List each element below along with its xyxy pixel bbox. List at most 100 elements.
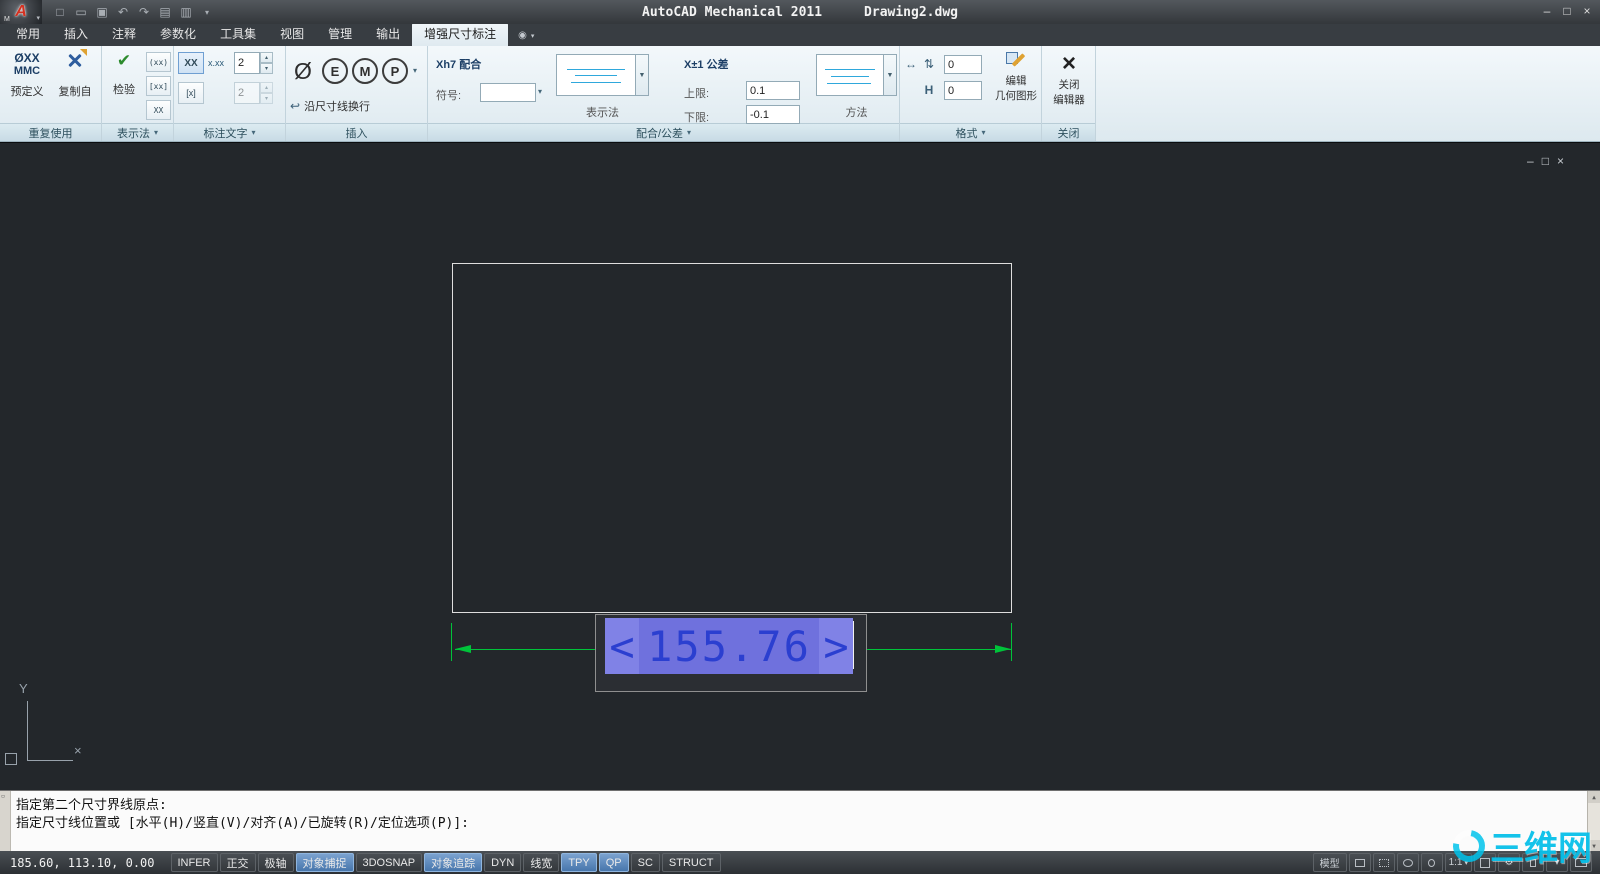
spin-up-icon[interactable]: ▴ xyxy=(260,52,273,63)
tab-insert[interactable]: 插入 xyxy=(52,22,100,46)
copy-from-button[interactable]: 复制自 xyxy=(52,49,98,121)
quick-view-layouts-icon[interactable] xyxy=(1348,853,1371,872)
wrap-dimension-line-button[interactable]: ↩ 沿尺寸线换行 xyxy=(290,98,424,114)
tab-toolsets[interactable]: 工具集 xyxy=(208,22,268,46)
status-tray-dropdown-icon[interactable]: ▾ xyxy=(1546,853,1568,872)
toggle-3dosnap[interactable]: 3DOSNAP xyxy=(355,853,423,872)
toggle-qp[interactable]: QP xyxy=(598,853,629,872)
qnew-button[interactable]: □ xyxy=(50,3,70,21)
command-line-area[interactable]: ▫ 指定第二个尺寸界线原点: 指定尺寸线位置或 [水平(H)/竖直(V)/对齐(… xyxy=(0,790,1600,852)
toggle-ortho[interactable]: 正交 xyxy=(219,853,256,872)
rep-brackets-button[interactable]: [xx] xyxy=(146,76,171,96)
fit-representation-dropdown-icon[interactable]: ▼ xyxy=(636,54,649,96)
minimize-button[interactable]: – xyxy=(1538,2,1556,20)
zoom-icon[interactable] xyxy=(1420,853,1443,872)
panel-label-dim-text[interactable]: 标注文字 ▾ xyxy=(174,123,285,141)
toggle-polar[interactable]: 极轴 xyxy=(257,853,294,872)
pan-icon[interactable] xyxy=(1396,853,1419,872)
doc-restore-button[interactable]: □ xyxy=(1542,154,1549,168)
doc-minimize-button[interactable]: – xyxy=(1527,154,1534,168)
dimension-edit-box[interactable]: < 155.76 > xyxy=(595,614,867,692)
spin-down-icon[interactable]: ▾ xyxy=(260,93,273,104)
diameter-symbol-button[interactable]: Ø xyxy=(294,58,312,85)
symbol-dropdown-icon[interactable]: ▾ xyxy=(413,66,417,75)
panel-label-format[interactable]: 格式 ▾ xyxy=(900,123,1041,141)
annotation-scale-button[interactable]: 1:1 ▾ xyxy=(1444,853,1472,872)
dimtext-alt-input[interactable] xyxy=(234,82,260,104)
toggle-struct[interactable]: STRUCT xyxy=(661,853,721,872)
tolerance-method-dropdown-icon[interactable]: ▼ xyxy=(884,54,897,96)
panel-label-representation[interactable]: 表示法 ▾ xyxy=(102,123,173,141)
drawing-viewport[interactable]: – □ × < 155.76 > Y × xyxy=(0,142,1600,790)
command-line-grip[interactable]: ▫ xyxy=(0,791,11,852)
scroll-up-icon[interactable]: ▲ xyxy=(1588,791,1600,803)
dimtext-primary-button[interactable]: XX xyxy=(178,52,204,74)
dimtext-alt-button[interactable]: [x] xyxy=(178,82,204,104)
fit-symbol-dropdown-icon[interactable]: ▾ xyxy=(538,87,542,96)
tolerance-upper-input[interactable] xyxy=(746,81,800,100)
rep-plain-button[interactable]: XX xyxy=(146,100,171,120)
toggle-otrack[interactable]: 对象追踪 xyxy=(424,853,483,872)
toggle-dyn[interactable]: DYN xyxy=(484,853,522,872)
quick-view-drawings-icon[interactable] xyxy=(1372,853,1395,872)
format-height-input[interactable] xyxy=(944,81,982,100)
toggle-lineweight[interactable]: 线宽 xyxy=(523,853,560,872)
model-space-button[interactable]: 模型 xyxy=(1312,853,1347,872)
qat-dropdown-icon[interactable]: ▾ xyxy=(197,3,217,21)
tab-annotate[interactable]: 注释 xyxy=(100,22,148,46)
undo-button[interactable]: ↶ xyxy=(113,3,133,21)
toggle-osnap[interactable]: 对象捕捉 xyxy=(295,853,354,872)
toggle-infer[interactable]: INFER xyxy=(170,853,218,872)
spin-up-icon[interactable]: ▴ xyxy=(260,82,273,93)
tolerance-method-preview[interactable] xyxy=(816,54,884,96)
projected-symbol-button[interactable]: P xyxy=(382,58,408,84)
command-scrollbar[interactable]: ▲ ▼ xyxy=(1587,791,1600,852)
tab-output[interactable]: 输出 xyxy=(364,22,412,46)
tab-view[interactable]: 视图 xyxy=(268,22,316,46)
workspace-switching-icon[interactable]: ⚙ xyxy=(1498,853,1520,872)
envelope-symbol-button[interactable]: E xyxy=(322,58,348,84)
spin-down-icon[interactable]: ▾ xyxy=(260,63,273,74)
toggle-sc[interactable]: SC xyxy=(630,853,660,872)
format-horizontal-icon[interactable]: ↔ xyxy=(902,55,920,73)
inspect-button[interactable]: ✔ 检验 xyxy=(105,51,143,121)
mmc-symbol-button[interactable]: M xyxy=(352,58,378,84)
close-button[interactable]: × xyxy=(1578,2,1596,20)
dimension-value-highlight[interactable]: < 155.76 > xyxy=(605,618,853,674)
panel-label-insert[interactable]: 插入 xyxy=(286,123,427,141)
save-button[interactable]: ▣ xyxy=(92,3,112,21)
toggle-tpy[interactable]: TPY xyxy=(561,853,597,872)
panel-label-close[interactable]: 关闭 xyxy=(1042,123,1095,141)
edit-geometry-button[interactable]: 编辑 几何图形 xyxy=(994,51,1038,121)
drawn-rectangle[interactable] xyxy=(452,263,1012,613)
ribbon-overflow-button[interactable]: ◉ ▾ xyxy=(518,30,534,46)
properties-button[interactable]: ▥ xyxy=(176,3,196,21)
format-height-icon[interactable]: H xyxy=(920,81,938,99)
fit-representation-preview[interactable] xyxy=(556,54,636,96)
maximize-button[interactable]: □ xyxy=(1558,2,1576,20)
redo-button[interactable]: ↷ xyxy=(134,3,154,21)
close-editor-button[interactable]: × 关闭 编辑器 xyxy=(1046,51,1092,121)
rep-parentheses-button[interactable]: (xx) xyxy=(146,52,171,72)
format-offset-input[interactable] xyxy=(944,55,982,74)
panel-label-reuse[interactable]: 重复使用 xyxy=(0,123,101,141)
coordinates-readout[interactable]: 185.60, 113.10, 0.00 xyxy=(0,856,171,870)
doc-close-button[interactable]: × xyxy=(1557,154,1564,168)
dimtext-precision-input[interactable] xyxy=(234,52,260,74)
tab-power-dimensioning[interactable]: 增强尺寸标注 xyxy=(412,22,509,46)
dimension-value[interactable]: 155.76 xyxy=(639,618,819,674)
tab-home[interactable]: 常用 xyxy=(4,22,52,46)
fit-symbol-input[interactable] xyxy=(480,83,536,102)
plot-button[interactable]: ▤ xyxy=(155,3,175,21)
app-menu-button[interactable]: A M ▾ xyxy=(0,0,42,24)
tab-parametric[interactable]: 参数化 xyxy=(148,22,208,46)
tolerance-lower-input[interactable] xyxy=(746,105,800,124)
clean-screen-icon[interactable] xyxy=(1570,853,1592,872)
format-vertical-icon[interactable]: ⇅ xyxy=(920,55,938,73)
panel-label-fits-tolerance[interactable]: 配合/公差 ▾ xyxy=(428,123,899,141)
predefine-button[interactable]: ØXX MMC 预定义 xyxy=(4,51,50,121)
open-button[interactable]: ▭ xyxy=(71,3,91,21)
annotation-visibility-icon[interactable] xyxy=(1474,853,1496,872)
tab-manage[interactable]: 管理 xyxy=(316,22,364,46)
display-locking-icon[interactable] xyxy=(1522,853,1544,872)
